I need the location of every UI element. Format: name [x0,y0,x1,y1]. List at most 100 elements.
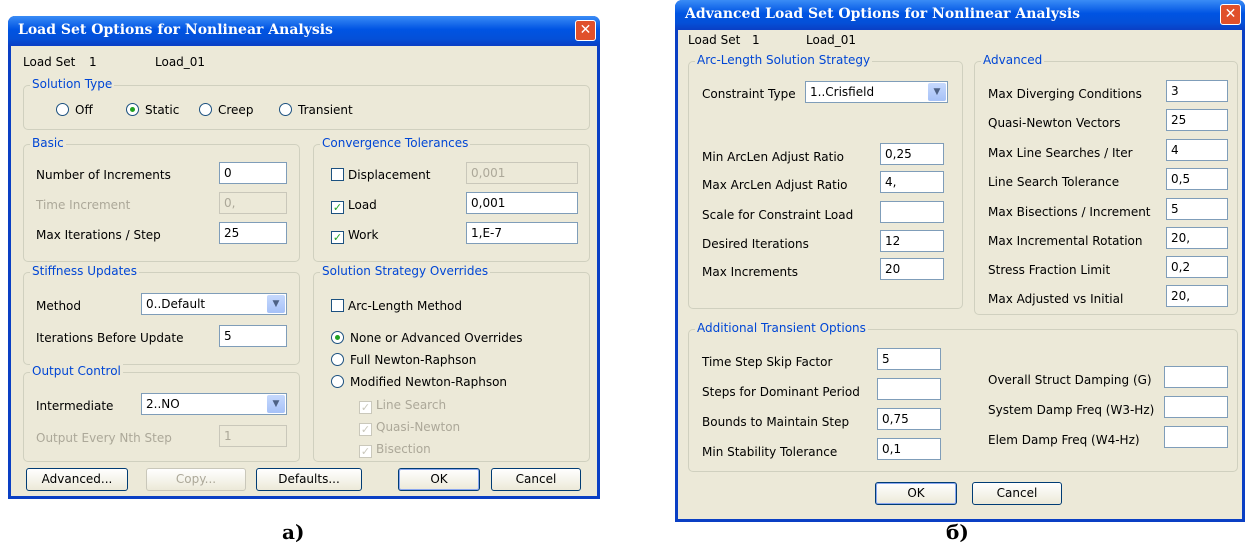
defaults-button[interactable]: Defaults... [256,468,362,491]
struct-damping-input[interactable] [1164,366,1228,388]
arc-length-checkbox[interactable]: Arc-Length Method [331,299,462,313]
radio-icon [331,353,344,366]
title-bar[interactable]: Advanced Load Set Options for Nonlinear … [675,0,1245,30]
group-label: Advanced [981,53,1045,67]
radio-icon [279,103,292,116]
line-search-tolerance-input[interactable]: 0,5 [1166,168,1228,190]
max-arclen-ratio-input[interactable]: 4, [880,171,944,193]
advanced-button[interactable]: Advanced... [26,468,128,491]
quasi-newton-checkbox: ✓ Quasi-Newton [359,420,460,436]
scale-constraint-load-label: Scale for Constraint Load [702,208,854,222]
work-tolerance-input[interactable]: 1,E-7 [466,222,578,244]
group-label: Additional Transient Options [695,321,868,335]
dominant-period-label: Steps for Dominant Period [702,385,860,399]
ok-button[interactable]: OK [398,468,480,491]
group-label: Arc-Length Solution Strategy [695,53,873,67]
quasi-newton-vectors-input[interactable]: 25 [1166,109,1228,131]
desired-iterations-input[interactable]: 12 [880,230,944,252]
max-bisections-input[interactable]: 5 [1166,198,1228,220]
constraint-type-label: Constraint Type [702,87,796,101]
time-increment-input: 0, [219,192,287,214]
time-step-skip-label: Time Step Skip Factor [702,355,833,369]
dominant-period-input[interactable] [877,378,941,400]
load-tolerance-input[interactable]: 0,001 [466,192,578,214]
w3-input[interactable] [1164,396,1228,418]
max-diverging-label: Max Diverging Conditions [988,87,1142,101]
bisection-checkbox: ✓ Bisection [359,442,431,458]
checkmark-icon: ✓ [331,231,344,244]
ok-button[interactable]: OK [875,482,957,505]
radio-off[interactable]: Off [56,103,93,117]
load-checkbox[interactable]: ✓ Load [331,198,377,214]
radio-icon [199,103,212,116]
caption-a: a) [282,520,305,544]
checkbox-label: Quasi-Newton [376,420,461,434]
desired-iterations-label: Desired Iterations [702,237,809,251]
radio-creep[interactable]: Creep [199,103,253,117]
radio-label: Off [75,103,93,117]
num-increments-label: Number of Increments [36,168,171,182]
radio-transient[interactable]: Transient [279,103,353,117]
stress-fraction-limit-input[interactable]: 0,2 [1166,256,1228,278]
cancel-button[interactable]: Cancel [972,482,1062,505]
chevron-down-icon: ▼ [928,83,946,101]
max-incremental-rotation-label: Max Incremental Rotation [988,234,1143,248]
method-select[interactable]: 0..Default ▼ [141,293,287,315]
struct-damping-label: Overall Struct Damping (G) [988,373,1152,387]
num-increments-input[interactable]: 0 [219,162,287,184]
radio-label: None or Advanced Overrides [350,331,523,345]
checkmark-icon: ✓ [359,445,372,458]
checkbox-label: Load [348,198,377,212]
caption-b: б) [946,520,969,544]
max-adjusted-input[interactable]: 20, [1166,285,1228,307]
load-set-number: 1 [89,55,97,69]
radio-static[interactable]: Static [126,103,179,117]
w4-input[interactable] [1164,426,1228,448]
checkmark-icon: ✓ [331,201,344,214]
line-search-checkbox: ✓ Line Search [359,398,446,414]
dialog-title: Advanced Load Set Options for Nonlinear … [685,6,1081,22]
output-every-label: Output Every Nth Step [36,431,172,445]
radio-label: Creep [218,103,254,117]
load-set-number: 1 [752,33,760,47]
group-label: Solution Type [30,77,115,91]
radio-label: Full Newton-Raphson [350,353,477,367]
radio-modified-newton[interactable]: Modified Newton-Raphson [331,375,507,389]
work-checkbox[interactable]: ✓ Work [331,228,378,244]
iterations-before-update-label: Iterations Before Update [36,331,184,345]
checkbox-label: Arc-Length Method [348,299,463,313]
checkbox-label: Displacement [348,168,431,182]
constraint-type-select[interactable]: 1..Crisfield ▼ [805,81,948,103]
intermediate-select[interactable]: 2..NO ▼ [141,393,287,415]
close-icon[interactable]: ✕ [575,20,596,41]
copy-button: Copy... [146,468,246,491]
iterations-before-update-input[interactable]: 5 [219,325,287,347]
max-line-searches-input[interactable]: 4 [1166,139,1228,161]
load-set-label: Load Set [688,33,741,47]
stress-fraction-limit-label: Stress Fraction Limit [988,263,1111,277]
w3-label: System Damp Freq (W3-Hz) [988,403,1155,417]
radio-full-newton[interactable]: Full Newton-Raphson [331,353,476,367]
radio-checked-icon [126,103,139,116]
close-icon[interactable]: ✕ [1220,4,1241,25]
displacement-input: 0,001 [466,162,578,184]
time-step-skip-input[interactable]: 5 [877,348,941,370]
radio-label: Transient [298,103,353,117]
min-arclen-ratio-input[interactable]: 0,25 [880,143,944,165]
group-label: Stiffness Updates [30,264,139,278]
cancel-button[interactable]: Cancel [491,468,581,491]
load-set-name: Load_01 [155,55,206,69]
bounds-maintain-step-input[interactable]: 0,75 [877,408,941,430]
max-incremental-rotation-input[interactable]: 20, [1166,227,1228,249]
max-diverging-input[interactable]: 3 [1166,80,1228,102]
max-iterations-input[interactable]: 25 [219,222,287,244]
min-stability-input[interactable]: 0,1 [877,438,941,460]
quasi-newton-vectors-label: Quasi-Newton Vectors [988,116,1121,130]
radio-none-or-advanced[interactable]: None or Advanced Overrides [331,331,522,345]
select-value: 2..NO [146,397,180,411]
max-increments-input[interactable]: 20 [880,258,944,280]
scale-constraint-load-input[interactable] [880,201,944,223]
displacement-checkbox[interactable]: Displacement [331,168,431,182]
title-bar[interactable]: Load Set Options for Nonlinear Analysis … [8,16,600,46]
dialog-title: Load Set Options for Nonlinear Analysis [18,22,333,38]
